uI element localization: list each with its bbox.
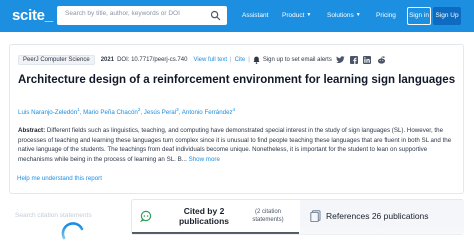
author-link[interactable]: Mario Peña Chacón2 [83,107,140,117]
author-list: Luis Naranjo-Zeledón1, Mario Peña Chacón… [18,107,235,116]
facebook-icon[interactable] [350,56,358,64]
twitter-icon[interactable] [336,56,345,64]
meta-separator: | [230,57,232,63]
nav-solutions[interactable]: Solutions ▼ [327,12,361,19]
document-stack-icon [310,210,321,222]
paper-meta-row: PeerJ Computer Science 2021 DOI: 10.7717… [18,54,332,66]
email-alert-link[interactable]: Sign up to set email alerts [263,57,332,63]
nav-solutions-label: Solutions [327,12,354,19]
author-link[interactable]: Jesús Peral3 [143,107,179,117]
abstract-label: Abstract: [18,127,46,134]
help-understand-link[interactable]: Help me understand this report [17,175,102,182]
cited-by-label: Cited by 2 publications [178,206,230,226]
bottom-fade-overlay [0,226,474,248]
author-name: Jesús Peral [143,109,177,117]
social-share-group [336,54,386,66]
author-name: Mario Peña Chacón [83,109,138,117]
journal-badge[interactable]: PeerJ Computer Science [18,55,95,65]
search-input[interactable]: Search by title, author, keywords or DOI [57,6,227,25]
search-placeholder: Search by title, author, keywords or DOI [65,10,180,17]
nav-product-label: Product [282,12,305,19]
cite-link[interactable]: Cite [235,57,246,63]
references-label: References 26 publications [326,211,429,221]
top-navigation-bar: scite_ Search by title, author, keywords… [0,0,474,32]
scite-logo[interactable]: scite_ [12,7,53,24]
paper-card: PeerJ Computer Science 2021 DOI: 10.7717… [9,44,464,194]
sign-in-button[interactable]: Sign in [407,7,431,25]
publication-year: 2021 [100,57,115,63]
paper-title: Architecture design of a reinforcement e… [18,74,456,86]
citation-statements-count: (2 citation statements) [252,209,284,223]
nav-product[interactable]: Product ▼ [282,12,311,19]
author-name: Luis Naranjo-Zeledón [18,109,78,117]
author-link[interactable]: Antonio Ferrández4 [181,107,236,117]
chevron-down-icon: ▼ [355,12,361,18]
reddit-icon[interactable] [377,56,386,64]
bell-icon[interactable] [253,56,260,64]
author-name: Antonio Ferrández [181,109,233,117]
author-link[interactable]: Luis Naranjo-Zeledón1 [18,107,80,117]
nav-assistant[interactable]: Assistant [242,12,268,19]
abstract-text: Different fields such as linguistics, te… [18,127,452,163]
linkedin-icon[interactable] [363,56,371,64]
view-full-text-link[interactable]: View full text [193,57,227,63]
citation-search-placeholder: Search citation statements [15,212,92,219]
meta-separator: | [248,57,250,63]
show-more-link[interactable]: Show more [189,156,220,163]
chevron-down-icon: ▼ [306,12,312,18]
author-affiliation: 4 [232,107,236,112]
quote-bubble-icon [140,210,152,222]
doi-text: DOI: 10.7717/peerj-cs.740 [117,57,188,63]
nav-pricing[interactable]: Pricing [376,12,396,19]
search-icon[interactable] [210,10,221,21]
abstract: Abstract: Different fields such as lingu… [18,126,456,164]
sign-up-button[interactable]: Sign Up [433,7,461,25]
